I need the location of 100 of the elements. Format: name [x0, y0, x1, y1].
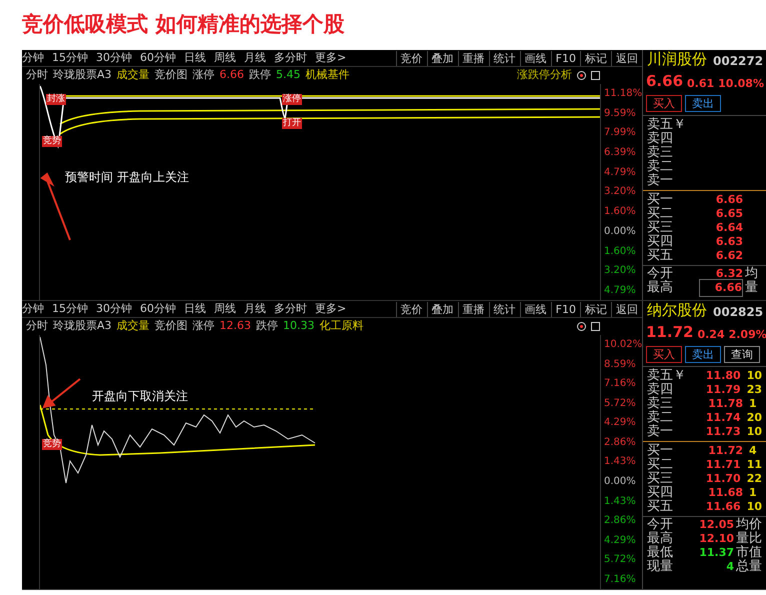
- toolbar-button[interactable]: 统计: [488, 302, 520, 316]
- order-volume: 10: [746, 498, 762, 515]
- order-level: 卖三: [647, 144, 674, 160]
- volume-label[interactable]: 成交量: [116, 67, 150, 84]
- change-value: 0.61: [687, 76, 714, 92]
- mode-label[interactable]: 分时: [26, 318, 48, 335]
- stat-label: 现量: [647, 558, 674, 576]
- order-price: 11.79: [704, 382, 741, 398]
- period-tab[interactable]: 周线: [214, 50, 236, 66]
- order-level: 卖一: [647, 423, 674, 442]
- toolbar-button[interactable]: 标记: [580, 302, 611, 316]
- order-price: 11.66: [704, 498, 741, 515]
- trade-button[interactable]: 买入: [646, 95, 682, 112]
- stat-label: 量比: [736, 530, 762, 546]
- order-level: 买一: [647, 191, 674, 208]
- limit-down-label: 跌停: [249, 67, 272, 84]
- auction-label[interactable]: 竞价图: [154, 318, 188, 335]
- record-icon[interactable]: [577, 71, 586, 80]
- toolbar-button[interactable]: 返回: [611, 50, 642, 66]
- period-tab[interactable]: 月线: [244, 50, 266, 66]
- order-price: 6.62: [714, 248, 743, 264]
- change-percent: 10.08%: [718, 76, 764, 92]
- volume-label[interactable]: 成交量: [116, 318, 150, 335]
- trade-button[interactable]: 买入: [646, 346, 682, 363]
- toolbar-button[interactable]: 统计: [488, 50, 520, 66]
- toolbar-button[interactable]: F10: [550, 302, 580, 316]
- period-tab[interactable]: 30分钟: [96, 300, 132, 318]
- arrow-icon: [43, 378, 81, 408]
- period-tab[interactable]: 更多>: [315, 50, 346, 66]
- panel-icon[interactable]: [591, 71, 600, 80]
- order-volume: 10: [746, 424, 762, 440]
- order-price: 11.70: [704, 470, 741, 487]
- period-tab[interactable]: 60分钟: [140, 50, 176, 66]
- toolbar-button[interactable]: 返回: [611, 302, 642, 316]
- signal-marker: 竞势: [42, 439, 62, 450]
- period-tab[interactable]: 多分时: [274, 50, 307, 66]
- axis-label: 3.20%: [604, 185, 637, 200]
- mode-label[interactable]: 分时: [26, 67, 48, 84]
- auction-label[interactable]: 竞价图: [154, 67, 188, 84]
- panel-icon[interactable]: [591, 322, 600, 331]
- price-value: 11.72: [646, 322, 694, 342]
- axis-label: 7.99%: [604, 126, 637, 140]
- period-tab[interactable]: 多分时: [274, 300, 307, 318]
- period-tab[interactable]: 15分钟: [52, 300, 88, 318]
- stat-label: 最低: [647, 544, 674, 560]
- toolbar-button[interactable]: 重播: [458, 50, 489, 66]
- limit-up-label: 涨停: [192, 318, 215, 334]
- period-tab[interactable]: 15分钟: [52, 50, 88, 66]
- axis-label: 4.29%: [604, 416, 637, 430]
- trade-button[interactable]: 卖出: [685, 95, 721, 112]
- order-level: 买二: [647, 205, 674, 222]
- indicator-label[interactable]: 玲珑股票A3: [53, 318, 112, 335]
- toolbar-button[interactable]: 竞价: [396, 302, 427, 316]
- order-volume: 22: [746, 470, 762, 487]
- toolbar-button[interactable]: 重播: [458, 302, 489, 316]
- toolbar-button[interactable]: 画线: [520, 50, 551, 66]
- stat-label: 最高: [647, 530, 674, 546]
- limit-up-label: 涨停: [192, 67, 215, 84]
- period-tab[interactable]: 分钟: [22, 50, 44, 66]
- axis-label: 5.72%: [604, 396, 637, 411]
- trade-button[interactable]: 卖出: [685, 346, 721, 363]
- period-tab[interactable]: 分钟: [22, 300, 44, 318]
- price-value: 6.66: [646, 70, 684, 92]
- stock-name: 川润股份: [647, 50, 707, 70]
- stock-code: 002825: [713, 304, 764, 321]
- stat-label: 量: [745, 279, 758, 298]
- record-icon[interactable]: [577, 322, 586, 331]
- period-tab[interactable]: 30分钟: [96, 50, 132, 66]
- order-level: 买一: [647, 442, 674, 458]
- order-volume: 4: [749, 442, 757, 459]
- limit-up-value: 12.63: [220, 318, 252, 334]
- stat-value: 12.05: [698, 516, 734, 533]
- toolbar-button[interactable]: F10: [550, 50, 580, 66]
- order-level: 卖三: [647, 395, 674, 412]
- period-tab[interactable]: 日线: [184, 300, 206, 318]
- order-price: 6.63: [714, 234, 743, 250]
- trade-button[interactable]: 查询: [724, 346, 760, 363]
- toolbar-button[interactable]: 叠加: [426, 50, 458, 66]
- toolbar-button[interactable]: 叠加: [426, 302, 458, 316]
- axis-label: 0.00%: [604, 475, 637, 490]
- axis-label: 4.29%: [604, 534, 637, 548]
- period-tab[interactable]: 日线: [184, 50, 206, 66]
- indicator-label[interactable]: 玲珑股票A3: [53, 67, 112, 84]
- period-tab[interactable]: 月线: [244, 300, 266, 318]
- toolbar-button[interactable]: 画线: [520, 302, 551, 316]
- toolbar-button[interactable]: 竞价: [396, 50, 427, 66]
- period-tab[interactable]: 60分钟: [140, 300, 176, 318]
- signal-marker: 涨停: [282, 94, 302, 105]
- order-level: 买五: [647, 498, 674, 516]
- toolbar-button[interactable]: 标记: [580, 50, 611, 66]
- analysis-link[interactable]: 涨跌停分析: [517, 67, 572, 84]
- order-level: 卖一: [647, 172, 674, 190]
- axis-label: 1.60%: [604, 244, 637, 258]
- period-tab[interactable]: 周线: [214, 300, 236, 318]
- annotation-text: 预警时间 开盘向上关注: [65, 169, 189, 186]
- axis-label: 9.59%: [604, 106, 637, 121]
- period-tab[interactable]: 更多>: [315, 300, 346, 318]
- stat-label: 均: [745, 265, 758, 282]
- order-volume: 23: [746, 382, 762, 398]
- stat-value: 4: [725, 558, 734, 575]
